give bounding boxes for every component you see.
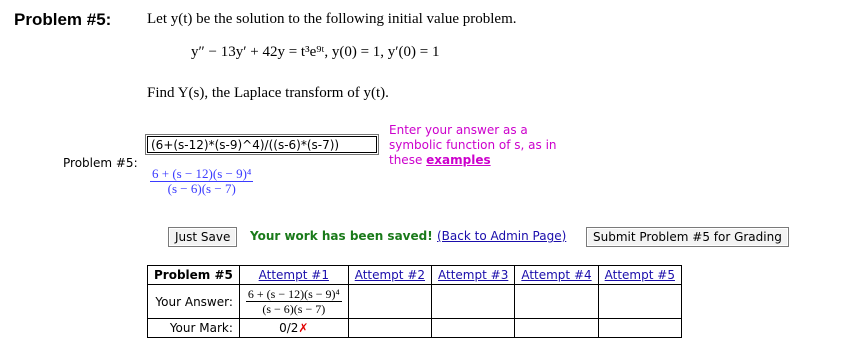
submit-button[interactable]: Submit Problem #5 for Grading: [586, 227, 789, 247]
attempts-table: Problem #5 Attempt #1 Attempt #2 Attempt…: [147, 265, 682, 338]
answer-row-label: Problem #5:: [63, 156, 138, 170]
attempt-3-answer: [431, 284, 516, 319]
attempt-5-mark: [597, 318, 682, 338]
back-to-admin-link[interactable]: (Back to Admin Page): [437, 229, 566, 243]
attempt-4-answer: [514, 284, 599, 319]
attempt-5-link[interactable]: Attempt #5: [605, 268, 675, 282]
preview-numerator: 6 + (s − 12)(s − 9)⁴: [150, 166, 254, 182]
attempt-1-mark: 0/2✗: [238, 318, 349, 338]
hint-line-3: these: [389, 153, 423, 167]
just-save-button[interactable]: Just Save: [168, 227, 238, 247]
attempt-3-link[interactable]: Attempt #3: [438, 268, 508, 282]
hint-line-2: symbolic function of s, as in: [389, 138, 557, 152]
problem-heading: Problem #5:: [14, 10, 112, 29]
attempt-3-mark: [431, 318, 516, 338]
attempt-2-mark: [347, 318, 433, 338]
examples-link[interactable]: examples: [426, 153, 490, 167]
attempt-4-link[interactable]: Attempt #4: [521, 268, 591, 282]
problem-equation: y″ − 13y′ + 42y = t³e⁹ᵗ, y(0) = 1, y′(0)…: [191, 44, 440, 60]
attempt-5-answer: [597, 284, 682, 319]
attempt-4-mark: [514, 318, 599, 338]
attempt-1-answer: 6 + (s − 12)(s − 9)⁴ (s − 6)(s − 7): [238, 284, 349, 319]
answer-input[interactable]: (6+(s-12)*(s-9)^4)/((s-6)*(s-7)): [145, 134, 379, 155]
attempt-2-link[interactable]: Attempt #2: [355, 268, 425, 282]
answer-preview: 6 + (s − 12)(s − 9)⁴ (s − 6)(s − 7): [150, 166, 254, 197]
attempt-2-answer: [347, 284, 433, 319]
attempt-1-link[interactable]: Attempt #1: [259, 268, 329, 282]
hint-line-1: Enter your answer as a: [389, 123, 528, 137]
attempts-problem-header: Problem #5: [147, 265, 240, 285]
your-answer-label: Your Answer:: [147, 284, 240, 319]
attempt-1-denominator: (s − 6)(s − 7): [262, 302, 326, 316]
saved-message: Your work has been saved!: [250, 229, 433, 243]
problem-intro: Let y(t) be the solution to the followin…: [147, 11, 517, 27]
answer-hint: Enter your answer as a symbolic function…: [389, 123, 557, 168]
problem-task: Find Y(s), the Laplace transform of y(t)…: [147, 85, 389, 101]
attempt-1-score: 0/2: [279, 321, 299, 335]
preview-denominator: (s − 6)(s − 7): [167, 181, 236, 196]
attempt-1-numerator: 6 + (s − 12)(s − 9)⁴: [245, 287, 342, 302]
your-mark-label: Your Mark:: [147, 318, 240, 338]
incorrect-x-icon: ✗: [298, 321, 309, 335]
